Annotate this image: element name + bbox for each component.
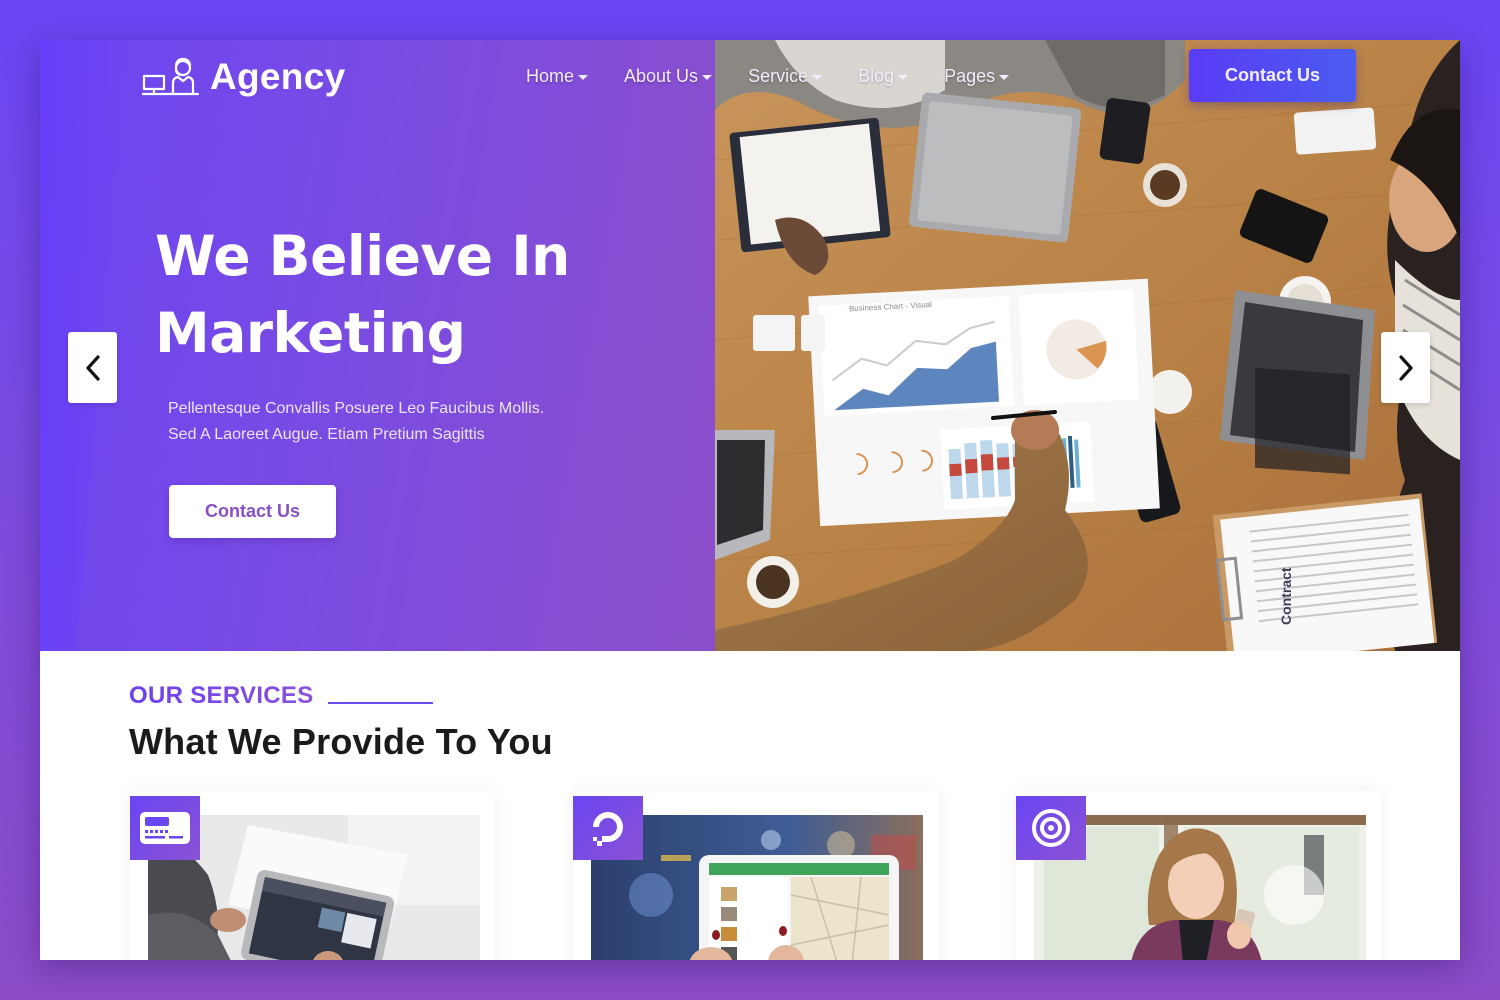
service-card[interactable]: [130, 791, 495, 960]
nav-item-blog[interactable]: Blog: [858, 66, 909, 87]
caret-down-icon: [812, 75, 823, 80]
nav-item-service[interactable]: Service: [748, 66, 823, 87]
section-title: What We Provide To You: [129, 721, 553, 762]
digitalocean-icon: [573, 796, 643, 860]
chevron-right-icon: [1398, 354, 1413, 381]
nav-label: Pages: [944, 66, 996, 86]
hero-contact-button[interactable]: Contact Us: [169, 485, 336, 538]
services-section: OUR SERVICES What We Provide To You: [40, 651, 1460, 960]
service-card[interactable]: [573, 791, 938, 960]
slider-next-button[interactable]: [1381, 332, 1430, 403]
hero-description-line-1: Pellentesque Convallis Posuere Leo Fauci…: [168, 400, 545, 417]
target-icon: [1016, 796, 1086, 860]
hero-description-line-2: Sed A Laoreet Augue. Etiam Pretium Sagit…: [168, 426, 485, 443]
header-contact-button[interactable]: Contact Us: [1189, 49, 1356, 102]
section-eyebrow: OUR SERVICES: [129, 682, 433, 710]
clipboard-label: Contract: [1278, 567, 1294, 625]
nav-label: About Us: [624, 66, 699, 86]
computer-support-agent-icon: [140, 56, 200, 98]
brand-name: Agency: [210, 56, 346, 97]
hero-photo: Business Chart - Visual Contract: [715, 40, 1460, 651]
eyebrow-text: OUR SERVICES: [129, 682, 314, 709]
nav-label: Service: [748, 66, 809, 86]
main-nav: Home About Us Service Blog Pages: [526, 66, 1045, 87]
page-frame: Business Chart - Visual Contract Agency …: [40, 40, 1460, 960]
hero-title-line-2: Marketing: [155, 301, 466, 365]
caret-down-icon: [999, 75, 1010, 80]
nav-item-home[interactable]: Home: [526, 66, 589, 87]
nav-label: Home: [526, 66, 575, 86]
service-card[interactable]: [1016, 791, 1381, 960]
slider-prev-button[interactable]: [68, 332, 117, 403]
nav-item-pages[interactable]: Pages: [944, 66, 1010, 87]
nav-label: Blog: [858, 66, 895, 86]
hero-description: Pellentesque Convallis Posuere Leo Fauci…: [168, 396, 628, 448]
brand-logo[interactable]: Agency: [140, 56, 346, 98]
eyebrow-divider: [327, 702, 433, 704]
hero-slider: Business Chart - Visual Contract Agency …: [40, 40, 1460, 651]
hero-title: We Believe In Marketing: [155, 218, 675, 372]
card-payment-icon: [130, 796, 200, 860]
chevron-left-icon: [85, 354, 100, 381]
nav-item-about-us[interactable]: About Us: [624, 66, 713, 87]
hero-title-line-1: We Believe In: [155, 224, 570, 288]
caret-down-icon: [578, 75, 589, 80]
caret-down-icon: [898, 75, 909, 80]
caret-down-icon: [702, 75, 713, 80]
